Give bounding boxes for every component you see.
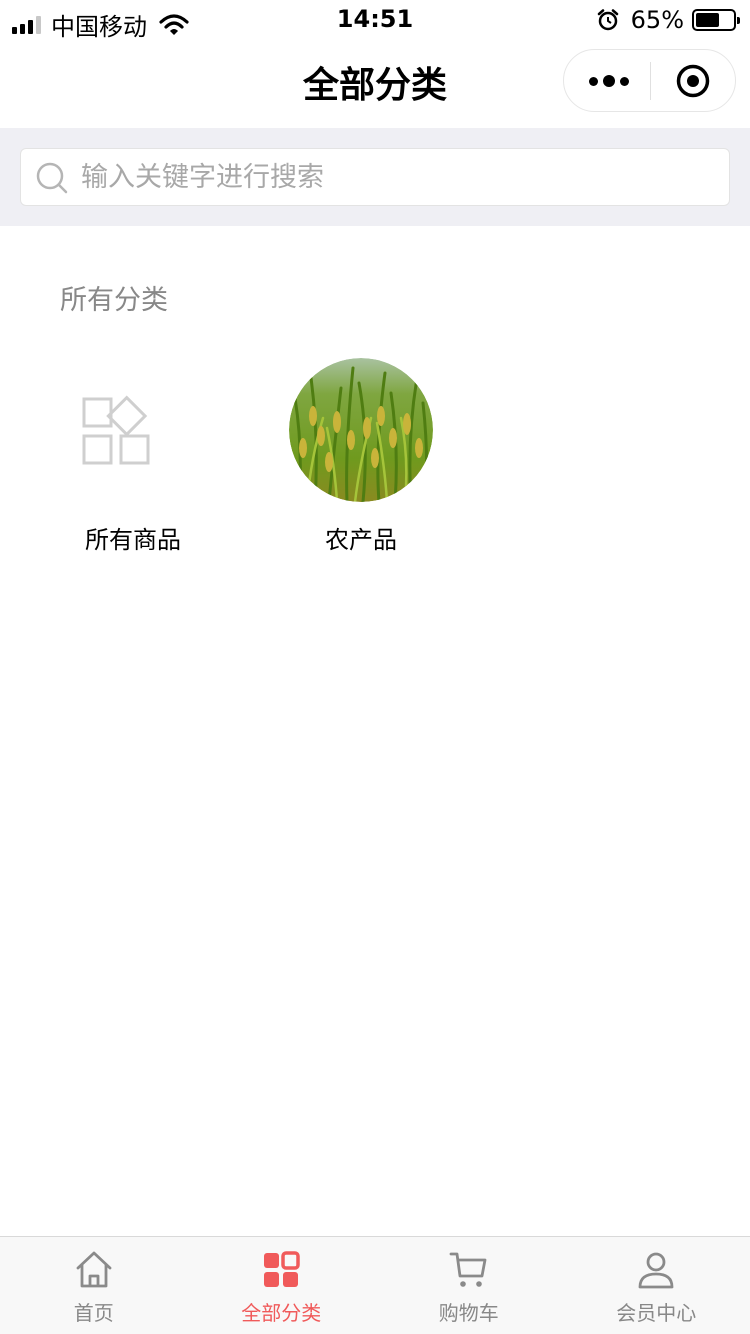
tab-label: 购物车 [438, 1301, 499, 1325]
tab-all-categories[interactable]: 全部分类 [188, 1237, 376, 1334]
tab-label: 首页 [73, 1301, 114, 1325]
rice-field-photo [289, 358, 433, 502]
cart-icon [449, 1252, 487, 1287]
tab-label: 会员中心 [616, 1301, 697, 1325]
home-icon [76, 1251, 112, 1288]
section-title: 所有分类 [60, 285, 168, 316]
battery-fill [696, 13, 720, 27]
tab-cart[interactable]: 购物车 [375, 1237, 563, 1334]
search-box[interactable] [20, 148, 730, 206]
category-icon [264, 1251, 300, 1287]
category-item-agri-products[interactable]: 农产品 [266, 358, 456, 555]
nav-bar: 全部分类 [0, 40, 750, 128]
mini-program-capsule [563, 49, 736, 112]
user-icon [638, 1252, 674, 1289]
search-area [0, 128, 750, 226]
capsule-divider [650, 62, 651, 100]
category-grid-icon [82, 395, 150, 465]
tab-home[interactable]: 首页 [0, 1237, 188, 1334]
tab-member-center[interactable]: 会员中心 [563, 1237, 750, 1334]
category-item-all-products[interactable]: 所有商品 [38, 358, 228, 555]
search-icon [36, 162, 68, 194]
battery-percent: 65% [630, 6, 684, 34]
tab-bar: 首页 全部分类 购物车 会员中心 [0, 1236, 750, 1334]
search-input[interactable] [81, 149, 711, 205]
category-label: 所有商品 [85, 526, 181, 554]
alarm-icon [597, 9, 618, 31]
category-page: 中国移动 14:51 65% 全部分类 输入关键字进行搜索 所有分类 所有商品 … [0, 0, 750, 1334]
close-target-icon[interactable] [676, 64, 710, 98]
battery-icon [692, 9, 740, 31]
status-bar: 中国移动 14:51 65% [0, 0, 750, 41]
more-icon[interactable] [586, 68, 632, 94]
category-label: 农产品 [325, 526, 397, 554]
status-right: 65% [597, 6, 740, 34]
tab-label: 全部分类 [241, 1301, 322, 1325]
